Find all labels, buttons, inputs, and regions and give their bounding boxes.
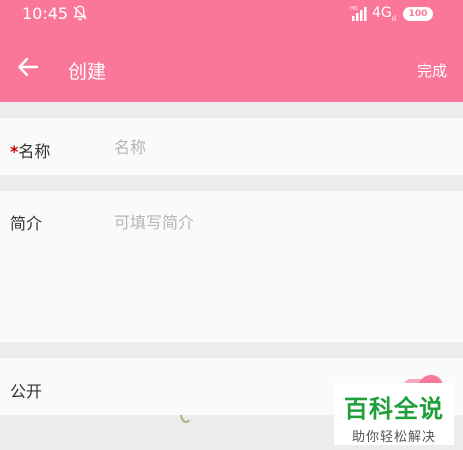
watermark-subtitle: 助你轻松解决: [351, 430, 436, 445]
status-bar: 10:45 HD 4Gıl 100: [0, 0, 463, 28]
watermark-logo: 百科全说 助你轻松解决: [334, 383, 454, 445]
status-time: 10:45: [22, 4, 69, 23]
description-label: 简介: [10, 214, 43, 233]
public-label: 公开: [10, 382, 43, 401]
name-input[interactable]: [114, 137, 444, 157]
name-label: *名称: [10, 142, 51, 161]
svg-text:HD: HD: [350, 6, 358, 12]
page-title: 创建: [68, 61, 107, 83]
arrow-left-icon[interactable]: [16, 55, 40, 79]
network-indicator: 4Gıl: [372, 5, 397, 23]
battery-indicator: 100: [403, 7, 433, 21]
description-input[interactable]: [114, 209, 444, 329]
name-row: *名称: [0, 118, 463, 175]
app-bar: 创建 完成: [0, 28, 463, 102]
bell-off-icon: [73, 5, 87, 21]
done-button[interactable]: 完成: [417, 60, 447, 81]
watermark-title: 百科全说: [344, 395, 444, 423]
signal-icon: HD: [350, 6, 367, 21]
description-row: 简介: [0, 191, 463, 423]
